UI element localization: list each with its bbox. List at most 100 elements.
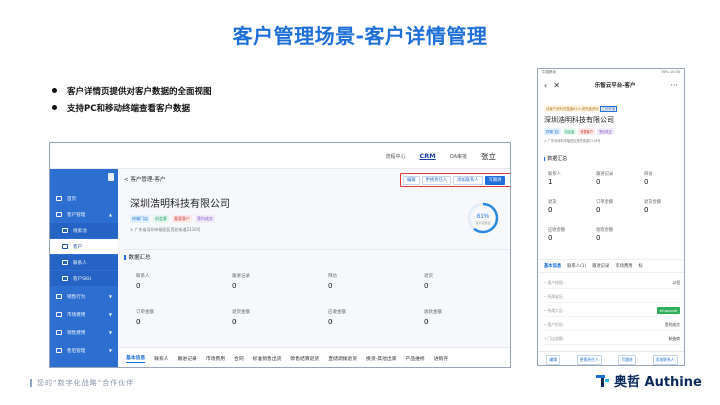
mobile-action-bar: 编辑 更换责任人 写跟进 添加联系人 xyxy=(538,351,684,365)
bullet-item: 客户详情页提供对客户数据的全面视图 xyxy=(52,82,212,99)
footer-bar xyxy=(30,379,32,387)
sidebar-item-customer-mgmt[interactable]: 客户管理 ▲ xyxy=(50,207,118,222)
stat-followups: 跟进记录 0 xyxy=(596,172,614,186)
stat-visits: 拜访 0 xyxy=(328,274,337,290)
complete-now-link[interactable]: 立即完善 xyxy=(599,106,618,112)
tab-standard-shipment[interactable]: 标准销售出货 xyxy=(253,355,282,362)
stat-contacts: 联系人 0 xyxy=(136,274,150,290)
tab-direct-transfer[interactable]: 直储调拨退货 xyxy=(328,355,357,362)
tab-basic-info[interactable]: 基本信息 xyxy=(544,263,561,269)
tab-inventory[interactable]: 进销存 xyxy=(434,355,448,362)
sidebar-item-after-sales[interactable]: 售后管理 ▼ xyxy=(50,343,118,358)
stat-contacts: 联系人 1 xyxy=(548,172,561,186)
field-row: • 客户经理: 以恒 xyxy=(544,277,680,289)
tab-basic-info[interactable]: 基本信息 xyxy=(126,354,146,363)
bullet-dot-icon xyxy=(52,88,57,93)
bullet-item: 支持PC和移动终端查看客户数据 xyxy=(52,99,212,116)
address: ⊙ 广东省深圳市福田区莲花街道2116号 xyxy=(130,227,201,232)
sidebar-item-sales-activity[interactable]: 销售行为 ▼ xyxy=(50,289,118,304)
logo-icon xyxy=(596,374,609,387)
tab-followups[interactable]: 跟进记录 xyxy=(592,263,609,269)
nav-process-center[interactable]: 流程中心 xyxy=(385,153,405,160)
section-title: 数据汇总 xyxy=(124,249,508,261)
company-name: 深圳浩明科技有限公司 xyxy=(544,116,614,124)
tab-credit-return[interactable]: 赊售结算退货 xyxy=(290,355,319,362)
slide-title: 客户管理场景-客户详情管理 xyxy=(232,24,488,48)
tab-more[interactable]: 标 xyxy=(639,263,643,269)
nav-oa-approval[interactable]: OA审批 xyxy=(450,153,467,160)
edit-button[interactable]: 编辑 xyxy=(546,354,560,365)
chevron-down-icon: ▼ xyxy=(108,312,112,317)
more-icon[interactable]: ··· xyxy=(670,81,678,90)
sidebar-item-customer-sku[interactable]: 客户SKU xyxy=(50,271,118,286)
tab-followups[interactable]: 跟进记录 xyxy=(178,355,197,362)
desktop-screenshot: 流程中心 CRM OA审批 张立 首页 客户管理 ▲ 线索池 客户 联系人 客户S… xyxy=(49,142,511,368)
completeness-ring: 61% 客户完整度 xyxy=(467,202,499,234)
sidebar-item-market-expense[interactable]: 市场费用 ▼ xyxy=(50,307,118,322)
footer-tagline: 您的“数字化战略”合作伙伴 xyxy=(37,379,135,387)
list-icon xyxy=(62,228,68,233)
write-followup-button[interactable]: 写跟进 xyxy=(484,175,506,185)
field-row: • 客户阶段: 签约成交 xyxy=(544,319,680,331)
tag: 签约成交 xyxy=(597,128,614,135)
tab-contacts[interactable]: 联系人 xyxy=(154,355,168,362)
tab-market-expense[interactable]: 市场费用 xyxy=(615,263,632,269)
nav-crm[interactable]: CRM xyxy=(419,152,435,160)
tag: 重要客户 xyxy=(172,215,192,223)
tab-market-expense[interactable]: 市场费用 xyxy=(206,355,225,362)
write-followup-button[interactable]: 写跟进 xyxy=(618,354,636,365)
stat-returns: 退货 0 xyxy=(424,274,433,290)
chevron-down-icon: ▼ xyxy=(108,330,112,335)
stat-returns: 退货 0 xyxy=(548,200,557,214)
stat-return-amount: 退货金额 0 xyxy=(232,310,250,326)
change-owner-button[interactable]: 更换责任人 xyxy=(576,354,602,365)
sidebar-item-contacts[interactable]: 联系人 xyxy=(50,255,118,270)
breadcrumb[interactable]: < 客户管理-客户 xyxy=(124,175,165,183)
sidebar-item-sales-expense[interactable]: 销售费用 ▼ xyxy=(50,325,118,340)
logo-text: 奥哲 Authine xyxy=(614,375,702,390)
stat-received: 收款金额 0 xyxy=(596,228,614,242)
bullet-text: 支持PC和移动终端查看客户数据 xyxy=(67,103,190,114)
tab-exchange[interactable]: 换货-其他出库 xyxy=(366,355,397,362)
section-title: 数据汇总 xyxy=(544,155,567,162)
folder-icon xyxy=(56,330,62,335)
tag: 终端门店 xyxy=(130,215,150,223)
bullet-text: 客户详情页提供对客户数据的全面视图 xyxy=(67,86,212,97)
sidebar-item-customer[interactable]: 客户 xyxy=(50,239,118,254)
stat-visits: 拜访 0 xyxy=(644,172,653,186)
edit-button[interactable]: 编辑 xyxy=(403,175,420,185)
completeness-label: 客户完整度 xyxy=(475,220,490,225)
collapse-icon[interactable] xyxy=(108,173,114,181)
stat-order-amount: 订单金额 0 xyxy=(596,200,614,214)
sidebar: 首页 客户管理 ▲ 线索池 客户 联系人 客户SKU 销售行为 ▼ 市场费用 ▼ 销售… xyxy=(50,169,118,367)
tag: 机会客 xyxy=(153,215,169,223)
folder-icon xyxy=(56,348,62,353)
detail-main: < 客户管理-客户 编辑 更换责任人 添加联系人 写跟进 深圳浩明科技有限公司 … xyxy=(118,169,510,367)
mobile-header: 该客户资料完整度61%,请完善资料 立即完善 深圳浩明科技有限公司 终端门店 机… xyxy=(538,93,684,145)
bullet-dot-icon xyxy=(52,105,57,110)
tab-repair[interactable]: 产品维修 xyxy=(406,355,425,362)
back-icon[interactable]: ‹ xyxy=(544,81,547,90)
sku-icon xyxy=(62,276,68,281)
add-contact-button[interactable]: 添加联系人 xyxy=(652,354,678,365)
change-owner-button[interactable]: 更换责任人 xyxy=(421,175,452,185)
add-contact-button[interactable]: 添加联系人 xyxy=(453,175,483,185)
customer-icon xyxy=(62,244,68,249)
sidebar-item-home[interactable]: 首页 xyxy=(50,191,118,206)
company-name: 深圳浩明科技有限公司 xyxy=(130,199,230,210)
completeness-percent: 61% xyxy=(477,214,490,220)
tab-contract[interactable]: 合同 xyxy=(234,355,244,362)
person-icon xyxy=(62,260,68,265)
brand-logo: 奥哲 Authine xyxy=(596,371,702,390)
tab-contacts[interactable]: 联系人(1) xyxy=(567,263,586,269)
tag: 机会客 xyxy=(562,128,577,135)
stat-received: 收款金额 0 xyxy=(424,310,442,326)
field-row: • 门店规模: 制造商 xyxy=(544,333,680,345)
close-icon[interactable]: ✕ xyxy=(553,81,560,90)
tag: 签约成交 xyxy=(195,215,215,223)
mobile-tabs: 基本信息 联系人(1) 跟进记录 市场费用 标 xyxy=(538,259,684,273)
tag-list: 终端门店 机会客 重要客户 签约成交 xyxy=(544,128,678,135)
user-name[interactable]: 张立 xyxy=(481,151,496,162)
sidebar-item-lead-pool[interactable]: 线索池 xyxy=(50,223,118,238)
mobile-nav-bar: ‹ ✕ 乐智云平台-客户 ··· xyxy=(538,77,684,93)
